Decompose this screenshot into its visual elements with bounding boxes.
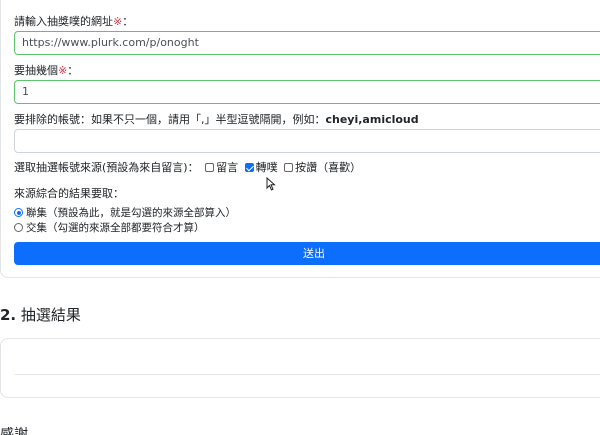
results-area [15, 339, 600, 375]
source-replurks-checkbox[interactable] [244, 163, 254, 172]
exclude-label: 要排除的帳號：如果不只一個，請用「,」半型逗號隔開，例如：cheyi,amicl… [14, 111, 419, 127]
source-label: 選取抽選帳號來源(預設為來自留言)： [14, 161, 199, 174]
exclude-example: cheyi,amicloud [325, 113, 419, 126]
combine-label: 來源綜合的結果要取： [14, 187, 124, 200]
exclude-label-text: 要排除的帳號：如果不只一個，請用「,」半型逗號隔開，例如： [14, 113, 326, 126]
intersection-radio[interactable] [14, 223, 23, 232]
label-colon: ： [122, 15, 134, 28]
combine-intersection-option[interactable]: 交集（勾選的來源全部都要符合才算） [14, 220, 205, 235]
combine-union-option[interactable]: 聯集（預設為此，就是勾選的來源全部算入） [14, 205, 236, 220]
source-comments-checkbox[interactable] [205, 163, 215, 172]
required-mark: ※ [58, 64, 68, 77]
union-radio[interactable] [14, 208, 23, 217]
count-label-text: 要抽幾個 [14, 64, 58, 77]
page: 請輸入抽獎噗的網址※： https://www.plurk.com/p/onog… [0, 0, 600, 435]
url-input[interactable]: https://www.plurk.com/p/onoght [14, 31, 600, 55]
submit-button[interactable]: 送出 [14, 242, 600, 265]
url-label-text: 請輸入抽獎噗的網址 [14, 15, 113, 28]
source-likes-checkbox[interactable] [284, 163, 294, 172]
results-number: 2. [0, 306, 17, 324]
results-card [0, 338, 600, 398]
required-mark: ※ [113, 15, 123, 28]
label-colon: ： [67, 64, 79, 77]
count-input[interactable]: 1 [14, 80, 600, 104]
source-comments-label: 留言 [216, 161, 239, 174]
source-likes-label: 按讚（喜歡） [295, 161, 362, 174]
count-label: 要抽幾個※： [14, 62, 78, 78]
results-heading: 2. 抽選結果 [0, 304, 81, 325]
url-label: 請輸入抽獎噗的網址※： [14, 13, 133, 29]
source-row: 選取抽選帳號來源(預設為來自留言)： 留言 轉噗 按讚（喜歡） [14, 159, 361, 175]
mouse-pointer-icon [266, 177, 276, 191]
source-replurks-label: 轉噗 [255, 161, 278, 174]
exclude-input[interactable] [14, 129, 600, 153]
union-label: 聯集（預設為此，就是勾選的來源全部算入） [26, 207, 236, 219]
thanks-heading: 感謝 [0, 427, 28, 435]
intersection-label: 交集（勾選的來源全部都要符合才算） [26, 222, 205, 234]
results-title: 抽選結果 [20, 306, 81, 324]
